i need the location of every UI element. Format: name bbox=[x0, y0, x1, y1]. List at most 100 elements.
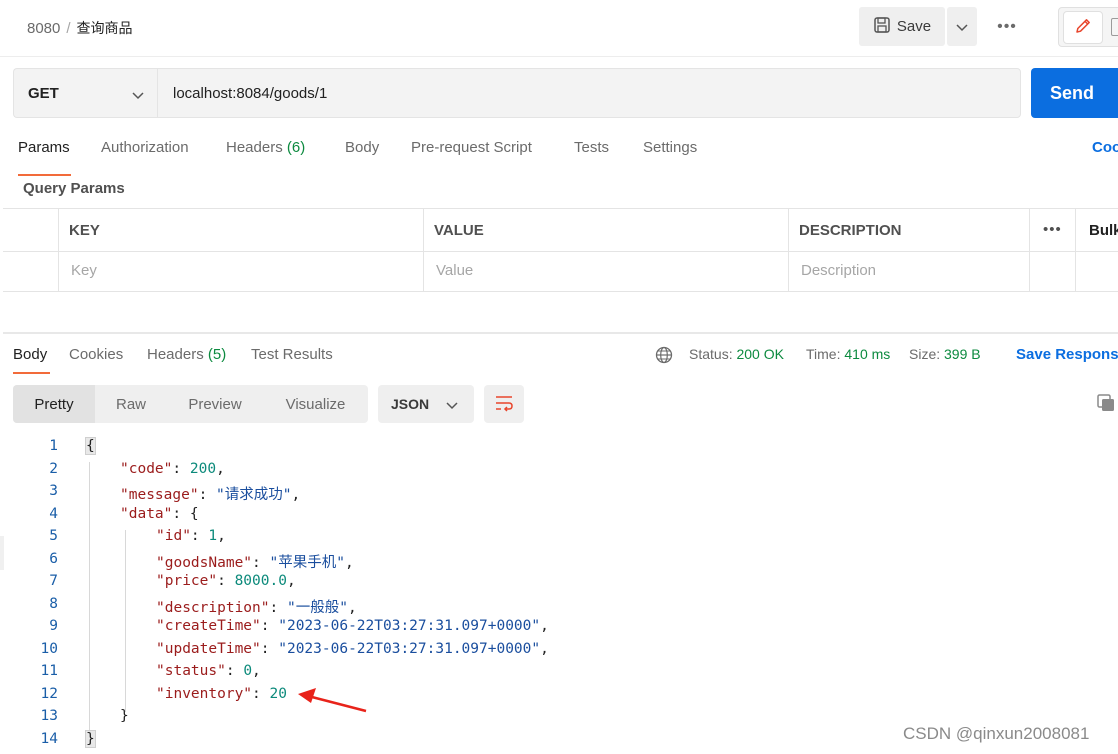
json-key: "description" bbox=[156, 599, 270, 616]
description-input[interactable]: Description bbox=[801, 262, 876, 279]
view-mode-group: Pretty Raw Preview Visualize bbox=[13, 385, 368, 423]
size-info[interactable]: Size: 399 B bbox=[909, 346, 981, 362]
json-key: "status" bbox=[156, 663, 226, 679]
size-value: 399 B bbox=[944, 346, 981, 362]
json-key: "createTime" bbox=[156, 618, 261, 634]
url-input[interactable] bbox=[157, 68, 1021, 118]
line-number: 5 bbox=[49, 528, 58, 544]
watermark: CSDN @qinxun2008081 bbox=[903, 724, 1090, 743]
save-button[interactable]: Save bbox=[859, 7, 945, 46]
column-divider bbox=[423, 209, 424, 292]
view-raw[interactable]: Raw bbox=[95, 385, 167, 423]
format-select[interactable]: JSON bbox=[378, 385, 474, 423]
column-header-value: VALUE bbox=[434, 222, 484, 239]
view-visualize[interactable]: Visualize bbox=[263, 385, 368, 423]
json-key: "message" bbox=[120, 487, 199, 503]
request-name[interactable]: 查询商品 bbox=[77, 21, 133, 37]
json-value: 200 bbox=[189, 460, 217, 477]
wrap-lines-button[interactable] bbox=[484, 385, 524, 423]
tab-params[interactable]: Params bbox=[18, 139, 70, 156]
view-pretty[interactable]: Pretty bbox=[13, 385, 95, 423]
line-number: 12 bbox=[40, 685, 58, 702]
code-line: } bbox=[85, 729, 96, 748]
json-key: "goodsName" bbox=[156, 554, 253, 571]
code-line: { bbox=[85, 437, 96, 455]
code-line: "code": 200, bbox=[120, 460, 225, 477]
edit-button[interactable] bbox=[1063, 11, 1103, 44]
tab-pre-request-script[interactable]: Pre-request Script bbox=[411, 139, 532, 156]
send-button[interactable]: Send bbox=[1031, 68, 1118, 118]
time-info[interactable]: Time: 410 ms bbox=[806, 346, 890, 362]
globe-icon[interactable] bbox=[655, 346, 673, 367]
code-line: "goodsName": "苹果手机", bbox=[156, 554, 354, 571]
chevron-down-icon bbox=[132, 87, 144, 104]
response-tab-headers[interactable]: Headers (5) bbox=[147, 346, 226, 363]
bulk-edit-button[interactable]: Bulk bbox=[1089, 222, 1118, 239]
line-number: 4 bbox=[49, 505, 58, 522]
line-number: 14 bbox=[40, 730, 58, 747]
json-key: "price" bbox=[156, 573, 218, 589]
column-divider bbox=[788, 209, 789, 292]
breadcrumb: 8080 / 查询商品 bbox=[27, 18, 133, 38]
save-response-button[interactable]: Save Respons bbox=[1016, 346, 1118, 363]
column-header-description: DESCRIPTION bbox=[799, 222, 902, 239]
table-divider bbox=[3, 251, 1118, 252]
line-number: 13 bbox=[40, 708, 58, 724]
json-value: "2023-06-22T03:27:31.097+0000" bbox=[278, 618, 541, 634]
query-params-title: Query Params bbox=[23, 180, 125, 197]
line-number: 8 bbox=[49, 595, 58, 612]
indent-guide bbox=[125, 530, 126, 712]
value-input[interactable]: Value bbox=[436, 262, 473, 279]
size-label: Size: bbox=[909, 346, 941, 362]
view-preview[interactable]: Preview bbox=[167, 385, 263, 423]
response-tab-headers-label: Headers bbox=[147, 346, 204, 363]
chevron-down-icon bbox=[446, 397, 458, 413]
json-key: "code" bbox=[120, 460, 173, 477]
status-label: Status: bbox=[689, 346, 733, 362]
response-body-viewer[interactable]: 1 {2 "code": 200, 3 "message": "请求成功", 4 "data… bbox=[0, 436, 1118, 754]
tab-body[interactable]: Body bbox=[345, 139, 379, 156]
json-value: { bbox=[189, 505, 199, 522]
format-label: JSON bbox=[391, 396, 430, 412]
code-line: "createTime": "2023-06-22T03:27:31.097+0… bbox=[156, 618, 549, 634]
document-icon[interactable] bbox=[1111, 18, 1118, 36]
tab-tests[interactable]: Tests bbox=[574, 139, 609, 156]
response-tab-body[interactable]: Body bbox=[13, 346, 47, 363]
table-more-button[interactable]: ••• bbox=[1043, 221, 1062, 238]
pane-divider[interactable] bbox=[3, 332, 1118, 334]
column-header-key: KEY bbox=[69, 222, 100, 239]
copy-icon[interactable] bbox=[1096, 393, 1116, 416]
line-number: 9 bbox=[49, 618, 58, 634]
json-value: 8000.0 bbox=[234, 573, 287, 589]
tab-authorization[interactable]: Authorization bbox=[101, 139, 189, 156]
breadcrumb-collection[interactable]: 8080 bbox=[27, 20, 60, 37]
method-select[interactable]: GET bbox=[13, 68, 158, 118]
json-value: "请求成功" bbox=[216, 487, 292, 503]
pencil-icon bbox=[1073, 16, 1093, 39]
save-options-button[interactable] bbox=[947, 7, 977, 46]
right-sidebar-toggle bbox=[1058, 7, 1118, 47]
key-input[interactable]: Key bbox=[71, 262, 97, 279]
tab-settings[interactable]: Settings bbox=[643, 139, 697, 156]
code-line: } bbox=[120, 708, 129, 724]
response-tab-cookies[interactable]: Cookies bbox=[69, 346, 123, 363]
status-info[interactable]: Status: 200 OK bbox=[689, 346, 784, 362]
top-bar: 8080 / 查询商品 Save ••• bbox=[0, 0, 1118, 57]
code-line: "status": 0, bbox=[156, 663, 261, 679]
line-number: 3 bbox=[49, 483, 58, 499]
line-number: 11 bbox=[40, 663, 58, 679]
status-value: 200 OK bbox=[736, 346, 784, 362]
json-key: "id" bbox=[156, 528, 191, 544]
indent-guide bbox=[89, 462, 90, 734]
more-actions-button[interactable]: ••• bbox=[992, 16, 1022, 38]
code-line: "data": { bbox=[120, 505, 199, 522]
json-brace: } bbox=[85, 729, 96, 748]
json-brace: } bbox=[120, 708, 129, 724]
response-tab-test-results[interactable]: Test Results bbox=[251, 346, 333, 363]
code-line: "message": "请求成功", bbox=[120, 487, 301, 503]
line-number: 2 bbox=[49, 460, 58, 477]
tab-headers[interactable]: Headers (6) bbox=[226, 139, 305, 156]
line-number: 7 bbox=[49, 573, 58, 589]
code-snippet-link[interactable]: Coo bbox=[1092, 139, 1118, 156]
method-label: GET bbox=[28, 84, 59, 102]
